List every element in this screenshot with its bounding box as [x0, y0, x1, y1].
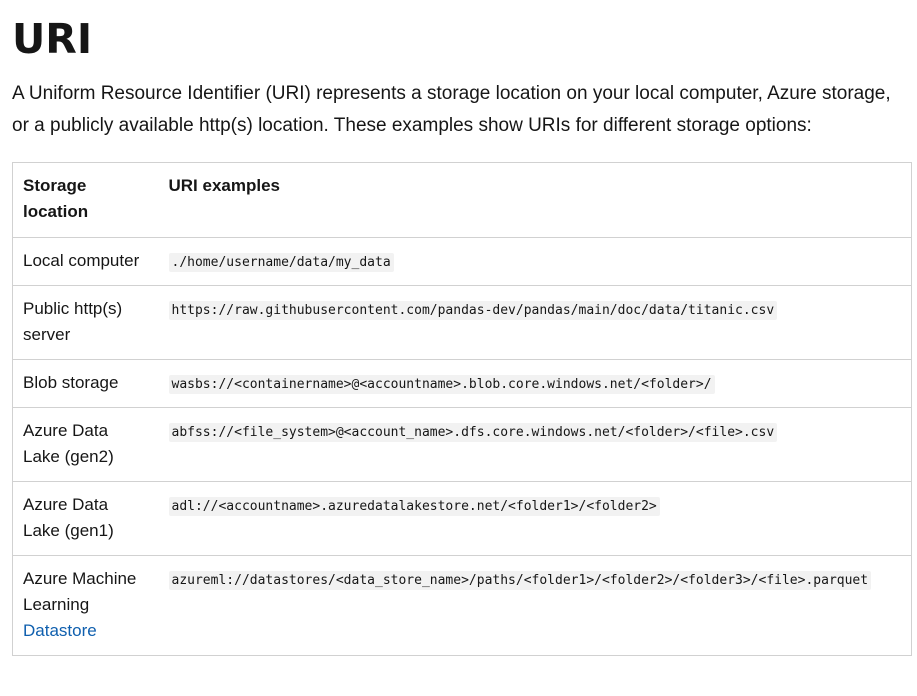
uri-example-cell: https://raw.githubusercontent.com/pandas… — [158, 285, 912, 360]
uri-code: ./home/username/data/my_data — [168, 253, 394, 272]
uri-example-cell: abfss://<file_system>@<account_name>.dfs… — [158, 407, 912, 482]
table-row: Azure Machine Learning Datastore azureml:… — [12, 555, 912, 656]
uri-example-cell: azureml://datastores/<data_store_name>/p… — [158, 555, 912, 656]
table-row: Local computer ./home/username/data/my_d… — [12, 237, 912, 286]
intro-paragraph: A Uniform Resource Identifier (URI) repr… — [12, 83, 891, 136]
table-row: Azure Data Lake (gen1) adl://<accountnam… — [12, 481, 912, 556]
uri-example-cell: adl://<accountname>.azuredatalakestore.n… — [158, 481, 912, 556]
uri-code: wasbs://<containername>@<accountname>.bl… — [168, 375, 715, 394]
datastore-link[interactable]: Datastore — [23, 621, 97, 640]
storage-location-cell: Azure Machine Learning Datastore — [12, 555, 159, 656]
storage-location-cell: Azure Data Lake (gen2) — [12, 407, 159, 482]
uri-code: abfss://<file_system>@<account_name>.dfs… — [168, 423, 778, 442]
uri-code: https://raw.githubusercontent.com/pandas… — [168, 301, 778, 320]
uri-example-cell: wasbs://<containername>@<accountname>.bl… — [158, 359, 912, 408]
uri-example-cell: ./home/username/data/my_data — [158, 237, 912, 286]
article-content: URI A Uniform Resource Identifier (URI) … — [0, 0, 917, 656]
table-row: Blob storage wasbs://<containername>@<ac… — [12, 359, 912, 408]
uri-code: adl://<accountname>.azuredatalakestore.n… — [168, 497, 660, 516]
storage-location-cell: Azure Data Lake (gen1) — [12, 481, 159, 556]
table-row: Public http(s) server https://raw.github… — [12, 285, 912, 360]
storage-location-cell: Local computer — [12, 237, 159, 286]
column-header-storage-location: Storage location — [12, 162, 159, 238]
storage-uri-table: Storage location URI examples Local comp… — [12, 162, 912, 656]
column-header-uri-examples: URI examples — [158, 162, 912, 238]
storage-location-text: Azure Machine Learning — [23, 569, 137, 614]
page-title: URI — [12, 15, 93, 63]
storage-location-cell: Public http(s) server — [12, 285, 159, 360]
table-row: Azure Data Lake (gen2) abfss://<file_sys… — [12, 407, 912, 482]
uri-code: azureml://datastores/<data_store_name>/p… — [168, 571, 872, 590]
table-header-row: Storage location URI examples — [12, 162, 912, 238]
storage-location-cell: Blob storage — [12, 359, 159, 408]
